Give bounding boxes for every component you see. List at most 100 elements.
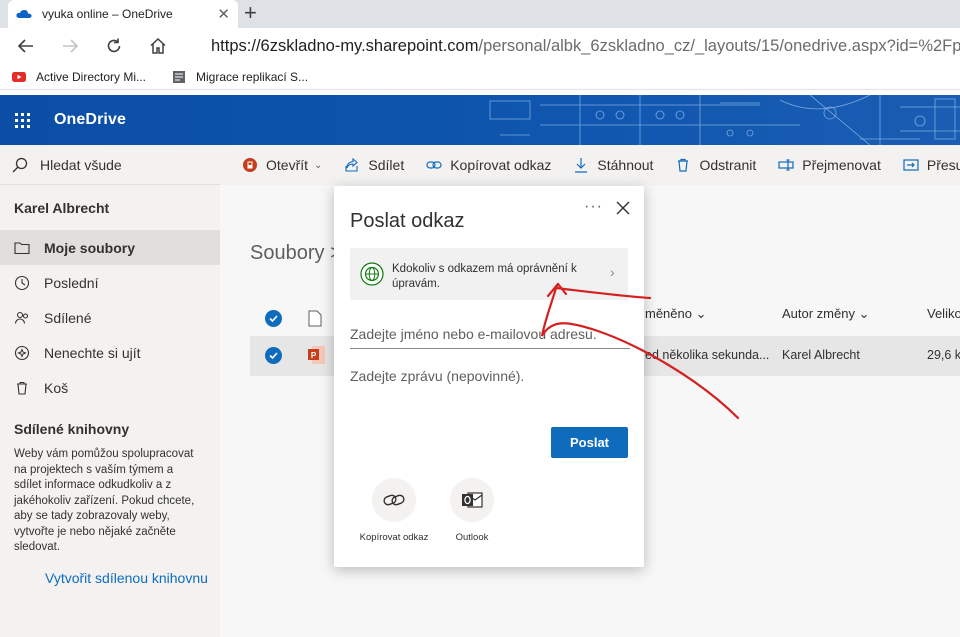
rename-button[interactable]: Přejmenovat bbox=[778, 157, 881, 173]
breadcrumb: Soubory > bbox=[250, 242, 342, 265]
onedrive-cloud-icon bbox=[16, 9, 32, 18]
chevron-right-icon: › bbox=[610, 264, 615, 280]
nav-item-label: Poslední bbox=[44, 274, 99, 291]
checkmark-icon bbox=[269, 315, 278, 323]
sparkle-icon bbox=[14, 345, 30, 360]
bookmark-item[interactable]: Active Directory Mi... bbox=[12, 70, 146, 84]
app-launcher-button[interactable] bbox=[0, 95, 44, 145]
close-icon[interactable] bbox=[613, 198, 633, 218]
browser-toolbar: https://6zskladno-my.sharepoint.com/pers… bbox=[0, 28, 960, 64]
create-shared-library-link[interactable]: Vytvořit sdílenou knihovnu bbox=[0, 556, 220, 586]
left-navigation: Hledat všude Karel Albrecht Moje soubory… bbox=[0, 145, 220, 637]
tab-close-icon[interactable]: ✕ bbox=[217, 5, 230, 23]
outlook-option[interactable]: Outlook bbox=[432, 478, 512, 543]
folder-icon bbox=[14, 241, 30, 254]
recipient-input[interactable] bbox=[350, 319, 630, 349]
address-bar[interactable]: https://6zskladno-my.sharepoint.com/pers… bbox=[183, 32, 960, 60]
bookmark-label: Migrace replikací S... bbox=[196, 69, 309, 84]
cell-modified: ed několika sekunda... bbox=[645, 348, 770, 362]
send-button[interactable]: Poslat bbox=[551, 427, 628, 458]
search-label: Hledat všude bbox=[40, 156, 122, 173]
link-icon bbox=[426, 161, 442, 169]
column-size-label: Velikos bbox=[927, 306, 960, 321]
url-path: /personal/albk_6zskladno_cz/_layouts/15/… bbox=[478, 36, 960, 55]
browser-tab[interactable]: vyuka online – OneDrive ✕ bbox=[8, 0, 238, 28]
search-everywhere[interactable]: Hledat všude bbox=[0, 145, 220, 185]
delete-label: Odstranit bbox=[699, 157, 757, 173]
share-label: Sdílet bbox=[368, 157, 405, 173]
home-button[interactable] bbox=[140, 28, 176, 64]
shared-libraries-title: Sdílené knihovny bbox=[14, 421, 130, 437]
user-name: Karel Albrecht bbox=[14, 200, 110, 216]
browser-tabbar: vyuka online – OneDrive ✕ + bbox=[0, 0, 960, 28]
bookmark-item[interactable]: Migrace replikací S... bbox=[172, 70, 308, 84]
header-blueprint-decoration bbox=[489, 95, 960, 145]
suite-header: OneDrive bbox=[0, 95, 960, 145]
home-icon bbox=[150, 37, 166, 54]
nav-item-label: Koš bbox=[44, 379, 69, 396]
nav-item-my-files[interactable]: Moje soubory bbox=[0, 230, 220, 265]
nav-item-recycle-bin[interactable]: Koš bbox=[0, 370, 220, 405]
nav-item-shared[interactable]: Sdílené bbox=[0, 300, 220, 335]
globe-icon bbox=[360, 262, 384, 286]
link-settings-button[interactable]: Kdokoliv s odkazem má oprávnění k úpravá… bbox=[350, 248, 628, 300]
move-icon bbox=[903, 159, 919, 171]
nav-item-label: Moje soubory bbox=[44, 239, 136, 256]
powerpoint-file-icon: P bbox=[308, 346, 325, 364]
column-modified-label: měněno bbox=[645, 306, 692, 321]
forward-button[interactable] bbox=[52, 28, 88, 64]
bookmarks-bar: Active Directory Mi... Migrace replikací… bbox=[0, 64, 960, 90]
delete-button[interactable]: Odstranit bbox=[675, 157, 756, 173]
file-type-header-icon bbox=[308, 310, 322, 327]
move-to-button[interactable]: Přesunout do bbox=[903, 157, 960, 173]
youtube-icon bbox=[12, 71, 26, 82]
message-input[interactable] bbox=[350, 368, 630, 408]
download-button[interactable]: Stáhnout bbox=[573, 157, 653, 173]
tab-title: vyuka online – OneDrive bbox=[42, 7, 173, 21]
more-options-icon[interactable]: ··· bbox=[584, 198, 603, 216]
breadcrumb-item[interactable]: Soubory bbox=[250, 242, 325, 264]
new-tab-button[interactable]: + bbox=[244, 1, 257, 25]
outlook-option-circle bbox=[450, 478, 494, 522]
column-modified[interactable]: měněno ⌄ bbox=[645, 306, 707, 322]
rename-icon bbox=[778, 159, 794, 171]
trash-icon bbox=[17, 381, 27, 395]
open-label: Otevřít bbox=[266, 157, 309, 173]
nav-item-discover[interactable]: Nenechte si ujít bbox=[0, 335, 220, 370]
nav-item-label: Sdílené bbox=[44, 309, 92, 326]
url-host: https://6zskladno-my.sharepoint.com bbox=[211, 36, 479, 55]
rename-label: Přejmenovat bbox=[802, 157, 881, 173]
column-modified-by-label: Autor změny bbox=[782, 306, 855, 321]
people-icon bbox=[14, 311, 29, 324]
copy-link-button[interactable]: Kopírovat odkaz bbox=[426, 157, 551, 173]
svg-text:P: P bbox=[311, 351, 317, 360]
back-button[interactable] bbox=[8, 28, 44, 64]
cell-modified-by: Karel Albrecht bbox=[782, 348, 860, 362]
chevron-down-icon: ⌄ bbox=[858, 306, 870, 321]
open-button[interactable]: Otevřít ⌄ bbox=[242, 157, 322, 173]
copy-link-option-circle bbox=[372, 478, 416, 522]
page-icon bbox=[173, 70, 186, 83]
outlook-option-label: Outlook bbox=[455, 532, 489, 543]
chevron-down-icon: ⌄ bbox=[314, 159, 323, 171]
send-link-dialog: Poslat odkaz ··· Kdokoliv s odkazem má o… bbox=[334, 186, 644, 567]
search-icon bbox=[12, 157, 28, 172]
command-bar: Otevřít ⌄ Sdílet Kopírovat odkaz Stáhnou… bbox=[220, 145, 960, 185]
copy-link-option[interactable]: Kopírovat odkaz bbox=[354, 478, 434, 543]
share-button[interactable]: Sdílet bbox=[344, 157, 404, 173]
row-checkbox[interactable] bbox=[265, 347, 282, 364]
outlook-icon bbox=[462, 492, 483, 508]
checkmark-icon bbox=[269, 352, 278, 360]
column-modified-by[interactable]: Autor změny ⌄ bbox=[782, 306, 870, 322]
shared-libraries-description: Weby vám pomůžou spolupracovat na projek… bbox=[14, 448, 195, 553]
download-label: Stáhnout bbox=[597, 157, 654, 173]
refresh-button[interactable] bbox=[96, 28, 132, 64]
nav-item-recent[interactable]: Poslední bbox=[0, 265, 220, 300]
select-all-checkbox[interactable] bbox=[265, 310, 282, 327]
link-permission-text: Kdokoliv s odkazem má oprávnění k úpravá… bbox=[392, 263, 577, 290]
trash-icon bbox=[678, 158, 689, 172]
dialog-title: Poslat odkaz bbox=[350, 210, 465, 232]
column-size[interactable]: Velikos bbox=[927, 306, 960, 321]
chevron-down-icon: ⌄ bbox=[695, 306, 707, 321]
app-name[interactable]: OneDrive bbox=[54, 111, 126, 129]
